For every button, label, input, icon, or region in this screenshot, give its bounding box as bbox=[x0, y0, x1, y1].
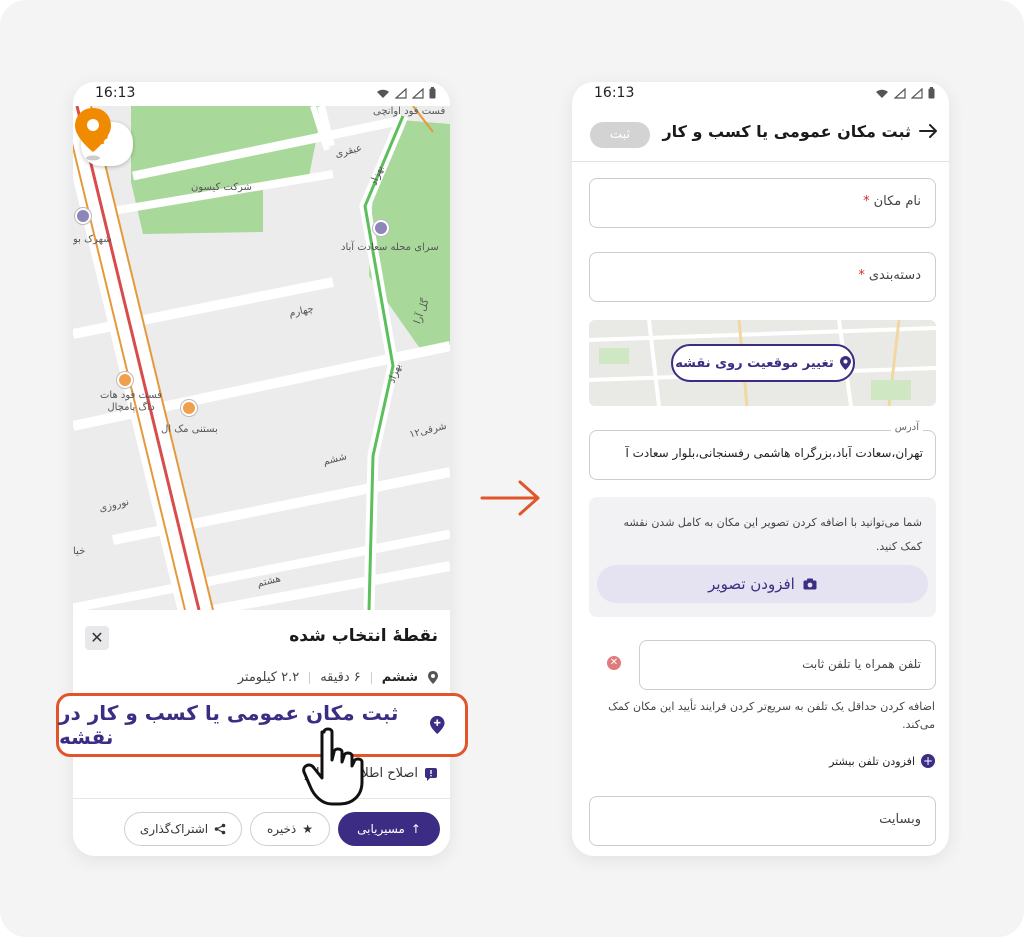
share-button[interactable]: اشتراک‌گذاری bbox=[124, 812, 242, 846]
battery-icon bbox=[928, 87, 935, 99]
share-button-label: اشتراک‌گذاری bbox=[139, 822, 209, 836]
back-arrow-icon[interactable] bbox=[917, 120, 939, 142]
page-title: ثبت مکان عمومی یا کسب و کار bbox=[662, 122, 911, 141]
map-label: سرای محله سعادت آباد bbox=[341, 242, 439, 253]
sheet-title: نقطهٔ انتخاب شده bbox=[289, 626, 438, 646]
phone-field[interactable]: تلفن همراه یا تلفن ثابت bbox=[639, 640, 936, 690]
address-label: آدرس bbox=[890, 422, 923, 433]
add-photo-section: شما می‌توانید با اضافه کردن تصویر این مک… bbox=[589, 497, 936, 617]
map-label: فست فود هات داگ پامچال bbox=[99, 390, 162, 413]
signal-icon-2 bbox=[412, 87, 424, 99]
map-label: شرکت کیسون bbox=[191, 182, 252, 193]
signal-icon bbox=[395, 87, 407, 99]
location-pin-icon bbox=[839, 356, 851, 370]
location-pin-icon bbox=[428, 671, 438, 684]
add-photo-label: افزودن تصویر bbox=[708, 575, 795, 593]
restaurant-icon[interactable] bbox=[181, 400, 197, 416]
add-place-callout-button[interactable]: ثبت مکان عمومی یا کسب و کار در نقشه bbox=[56, 693, 468, 757]
form-header: ثبت مکان عمومی یا کسب و کار ثبت bbox=[572, 106, 949, 162]
star-icon: ★ bbox=[302, 822, 314, 836]
submit-button[interactable]: ثبت bbox=[590, 122, 650, 148]
place-name-label: نام مکان* bbox=[863, 194, 921, 209]
map-thumbnail[interactable]: تغییر موقعیت روی نقشه bbox=[589, 320, 936, 406]
route-summary: ششم ۶ دقیقه ۲.۲ کیلومتر bbox=[238, 670, 438, 685]
address-value: تهران،سعادت آباد،بزرگراه هاشمی رفسنجانی،… bbox=[625, 446, 923, 460]
divider bbox=[309, 671, 311, 684]
illustration-canvas: 16:13 فست فود اوانچی عبقری شرکت کیسون سر… bbox=[0, 0, 1024, 937]
add-photo-button[interactable]: افزودن تصویر bbox=[597, 565, 928, 603]
website-label: وبسایت bbox=[879, 812, 921, 827]
map-pin-icon[interactable] bbox=[73, 106, 113, 162]
pointing-hand-icon bbox=[302, 727, 364, 806]
right-phone-screen: 16:13 ثبت مکان عمومی یا کسب و کار ثبت نا… bbox=[572, 82, 949, 856]
status-icons bbox=[376, 87, 436, 99]
category-field[interactable]: دسته‌بندی* bbox=[589, 252, 936, 302]
status-time: 16:13 bbox=[95, 85, 136, 101]
status-icons bbox=[875, 87, 935, 99]
arrow-up-icon: ↑ bbox=[410, 822, 421, 836]
save-button[interactable]: ذخیره ★ bbox=[250, 812, 330, 846]
route-place: ششم bbox=[381, 670, 418, 685]
wifi-icon bbox=[377, 89, 389, 98]
wifi-icon bbox=[876, 89, 888, 98]
map-label: خیا bbox=[73, 546, 86, 557]
address-field[interactable]: آدرس تهران،سعادت آباد،بزرگراه هاشمی رفسن… bbox=[589, 422, 936, 480]
route-button[interactable]: مسیریابی ↑ bbox=[338, 812, 440, 846]
share-icon bbox=[214, 823, 226, 835]
map-label: شهرک بو bbox=[73, 234, 112, 245]
divider bbox=[73, 798, 450, 799]
arrow-right-icon bbox=[480, 480, 540, 516]
required-mark: * bbox=[863, 194, 870, 209]
add-location-pin-icon bbox=[430, 715, 445, 735]
change-location-label: تغییر موقعیت روی نقشه bbox=[675, 355, 834, 371]
poi-marker[interactable] bbox=[373, 220, 389, 236]
phone-hint: اضافه کردن حداقل یک تلفن به سریع‌تر کردن… bbox=[608, 700, 935, 731]
change-location-button[interactable]: تغییر موقعیت روی نقشه bbox=[671, 344, 855, 382]
divider bbox=[370, 671, 372, 684]
restaurant-icon[interactable] bbox=[117, 372, 133, 388]
place-name-field[interactable]: نام مکان* bbox=[589, 178, 936, 228]
photo-hint: شما می‌توانید با اضافه کردن تصویر این مک… bbox=[623, 516, 922, 553]
route-time: ۶ دقیقه bbox=[320, 670, 361, 685]
required-mark: * bbox=[858, 268, 865, 283]
map-label: فست فود اوانچی bbox=[373, 106, 446, 117]
map-view[interactable]: ۶۳ فست فود اوانچی عبقری شرکت کیسون سرای … bbox=[73, 106, 450, 610]
add-more-phone-button[interactable]: + افزودن تلفن بیشتر bbox=[829, 754, 935, 768]
add-more-phone-label: افزودن تلفن بیشتر bbox=[829, 754, 915, 768]
camera-icon bbox=[803, 578, 817, 590]
map-label: بستنی مک ال bbox=[161, 424, 218, 435]
close-icon[interactable]: ✕ bbox=[85, 626, 109, 650]
route-button-label: مسیریابی bbox=[357, 822, 405, 836]
phone-placeholder: تلفن همراه یا تلفن ثابت bbox=[802, 657, 921, 671]
status-bar: 16:13 bbox=[572, 82, 949, 106]
battery-icon bbox=[429, 87, 436, 99]
website-field[interactable]: وبسایت bbox=[589, 796, 936, 846]
status-time: 16:13 bbox=[594, 85, 635, 101]
report-icon bbox=[425, 767, 437, 781]
plus-icon: + bbox=[921, 754, 935, 768]
status-bar: 16:13 bbox=[73, 82, 450, 106]
poi-marker[interactable] bbox=[75, 208, 91, 224]
remove-phone-icon[interactable]: ✕ bbox=[607, 656, 621, 670]
signal-icon-2 bbox=[911, 87, 923, 99]
save-button-label: ذخیره bbox=[266, 822, 297, 836]
route-distance: ۲.۲ کیلومتر bbox=[237, 670, 300, 685]
category-label: دسته‌بندی* bbox=[858, 268, 921, 283]
signal-icon bbox=[894, 87, 906, 99]
